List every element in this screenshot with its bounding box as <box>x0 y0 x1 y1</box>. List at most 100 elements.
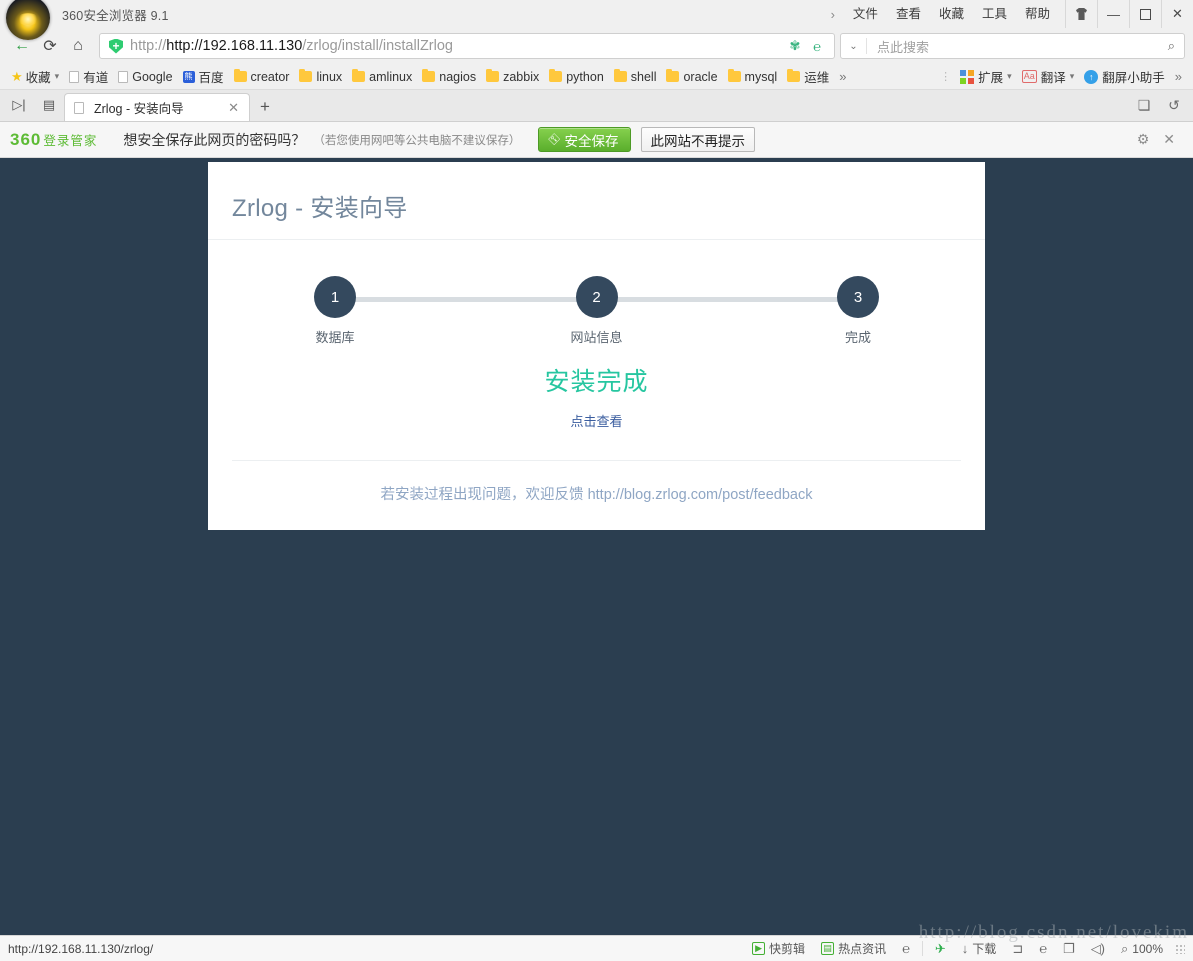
extensions-button[interactable]: 扩展 ▾ <box>955 66 1017 88</box>
tab-strip: ▷| ▤ Zrlog - 安装向导 ✕ + ❏ ↺ <box>0 90 1193 122</box>
minimize-button[interactable]: — <box>1097 0 1129 28</box>
menu-file[interactable]: 文件 <box>844 0 887 28</box>
titlebar-overflow-chevron-icon[interactable]: › <box>822 7 844 22</box>
bookmark-folder-amlinux[interactable]: amlinux <box>347 66 417 88</box>
bookmark-item-baidu[interactable]: 熊 百度 <box>178 66 229 88</box>
status-sound[interactable]: ◁) <box>1083 938 1113 960</box>
status-zoom[interactable]: ⌕ 100% <box>1113 938 1171 960</box>
close-button[interactable]: ✕ <box>1161 0 1193 28</box>
status-quick-edit[interactable]: ▶ 快剪辑 <box>744 938 813 960</box>
bookmark-item-google[interactable]: Google <box>113 66 177 88</box>
bookmark-root-label: 收藏 <box>25 71 51 85</box>
bookmark-label: 百度 <box>198 71 224 85</box>
security-check-icon[interactable]: ✾ <box>784 35 806 57</box>
boost-icon: ✈ <box>934 940 946 956</box>
menu-tools[interactable]: 工具 <box>973 0 1016 28</box>
wizard-step-2[interactable]: 2 网站信息 <box>552 276 642 346</box>
navigation-bar: ← ⟳ ⌂ http://http://192.168.11.130/zrlog… <box>0 28 1193 64</box>
password-manager-brand: 360 登录管家 <box>10 130 97 150</box>
secure-save-button[interactable]: ⚿ 安全保存 <box>538 127 631 152</box>
password-settings-icon[interactable]: ⚙ <box>1137 131 1150 148</box>
status-boost[interactable]: ✈ <box>927 938 954 960</box>
wizard-step-1[interactable]: 1 数据库 <box>290 276 380 346</box>
search-input[interactable]: 点此搜索 <box>867 37 929 56</box>
status-download[interactable]: ↓ 下载 <box>954 938 1005 960</box>
password-prompt-message: 想安全保存此网页的密码吗？ <box>123 131 306 148</box>
bookmarks-overflow-icon[interactable]: » <box>834 69 851 84</box>
status-hot-news[interactable]: ▤ 热点资讯 <box>813 938 894 960</box>
security-shield-icon <box>109 38 123 54</box>
bookmark-folder-linux[interactable]: linux <box>294 66 347 88</box>
baidu-icon: 熊 <box>182 70 195 83</box>
browser-mode-icon[interactable]: ℮ <box>806 35 828 57</box>
step-2-label: 网站信息 <box>570 330 623 345</box>
extensions-label: 扩展 <box>978 71 1004 85</box>
menu-help[interactable]: 帮助 <box>1016 0 1059 28</box>
folder-icon <box>422 68 436 82</box>
skin-button[interactable] <box>1065 0 1097 28</box>
home-button[interactable]: ⌂ <box>64 32 92 60</box>
feedback-text[interactable]: 若安装过程出现问题，欢迎反馈 http://blog.zrlog.com/pos… <box>232 483 961 504</box>
sidebar-toggle-icon[interactable]: ▷| <box>4 89 34 121</box>
tab-title: Zrlog - 安装向导 <box>94 102 184 116</box>
window-controls: — ✕ <box>1065 0 1193 28</box>
never-prompt-button[interactable]: 此网站不再提示 <box>640 127 756 152</box>
bookmark-folder-zabbix[interactable]: zabbix <box>481 66 544 88</box>
bookmark-folder-creator[interactable]: creator <box>229 66 295 88</box>
chevron-down-icon: ▾ <box>1069 71 1075 81</box>
toolbar-overflow-icon[interactable]: » <box>1170 69 1187 84</box>
url-path: /zrlog/install/installZrlog <box>302 38 453 54</box>
install-wizard-card: Zrlog - 安装向导 1 数据库 2 网站信息 3 完成 安装完成 点击查看… <box>208 162 985 530</box>
step-3-circle: 3 <box>837 276 879 318</box>
password-bar-close-icon[interactable]: ✕ <box>1163 131 1175 148</box>
view-site-link[interactable]: 点击查看 <box>208 411 985 430</box>
translate-button[interactable]: Aa 翻译 ▾ <box>1017 66 1080 88</box>
reopen-closed-tab-icon[interactable]: ↺ <box>1159 90 1189 120</box>
search-engine-dropdown-icon[interactable]: ⌄ <box>841 38 867 54</box>
translate-label: 翻译 <box>1040 71 1066 85</box>
wizard-step-3[interactable]: 3 完成 <box>813 276 903 346</box>
search-icon[interactable]: ⌕ <box>1168 38 1184 54</box>
brand-360: 360 <box>10 129 42 149</box>
mobile-preview-icon[interactable]: ▤ <box>34 89 64 121</box>
search-bar[interactable]: ⌄ 点此搜索 ⌕ <box>840 33 1185 59</box>
bookmark-folder-python[interactable]: python <box>544 66 609 88</box>
chevron-down-icon: ▾ <box>54 71 60 81</box>
new-tab-button[interactable]: + <box>252 93 278 121</box>
tab-list-icon[interactable]: ❏ <box>1129 90 1159 120</box>
tab-close-icon[interactable]: ✕ <box>224 100 243 116</box>
menu-view[interactable]: 查看 <box>887 0 930 28</box>
resize-grip-icon[interactable] <box>1175 943 1185 954</box>
install-complete-title: 安装完成 <box>544 368 649 396</box>
bookmark-label: linux <box>316 69 343 84</box>
news-icon: ▤ <box>821 942 835 955</box>
status-bar-url: http://192.168.11.130/zrlog/ <box>8 941 154 956</box>
status-compat-mode[interactable]: ℮ <box>1031 938 1055 960</box>
status-bar-right: ▶ 快剪辑 ▤ 热点资讯 ℮ ✈ ↓ 下载 ⊐ ℮ ❐ ◁) ⌕ 100% <box>744 938 1185 960</box>
maximize-button[interactable] <box>1129 0 1161 28</box>
bookmark-folder-nagios[interactable]: nagios <box>417 66 481 88</box>
bookmark-item-youdao[interactable]: 有道 <box>64 66 113 88</box>
page-turn-assistant-button[interactable]: ↑ 翻屏小助手 <box>1079 66 1170 88</box>
password-manager-bar: 360 登录管家 想安全保存此网页的密码吗？ （若您使用网吧等公共电脑不建议保存）… <box>0 122 1193 158</box>
bookmark-folder-mysql[interactable]: mysql <box>723 66 783 88</box>
bookmark-folder-oracle[interactable]: oracle <box>661 66 722 88</box>
address-bar[interactable]: http://http://192.168.11.130/zrlog/insta… <box>99 33 835 59</box>
step-1-label: 数据库 <box>315 330 355 345</box>
maximize-icon <box>1140 8 1151 20</box>
page-icon <box>118 70 129 83</box>
page-turn-icon: ↑ <box>1084 69 1099 84</box>
step-1-circle: 1 <box>314 276 356 318</box>
drag-handle-icon[interactable]: ⋮ <box>936 70 955 83</box>
shirt-icon <box>1076 8 1087 20</box>
folder-icon <box>233 68 247 82</box>
bookmark-folder-shell[interactable]: shell <box>609 66 662 88</box>
folder-icon <box>486 68 500 82</box>
bookmark-root-favorites[interactable]: ★ 收藏 ▾ <box>6 66 64 88</box>
bookmark-folder-yunwei[interactable]: 运维 <box>782 66 834 88</box>
status-window[interactable]: ❐ <box>1055 938 1083 960</box>
status-screenshot[interactable]: ⊐ <box>1004 938 1031 960</box>
status-ad-filter[interactable]: ℮ <box>894 938 918 960</box>
tab-zrlog-install[interactable]: Zrlog - 安装向导 ✕ <box>64 93 250 121</box>
menu-favorites[interactable]: 收藏 <box>930 0 973 28</box>
